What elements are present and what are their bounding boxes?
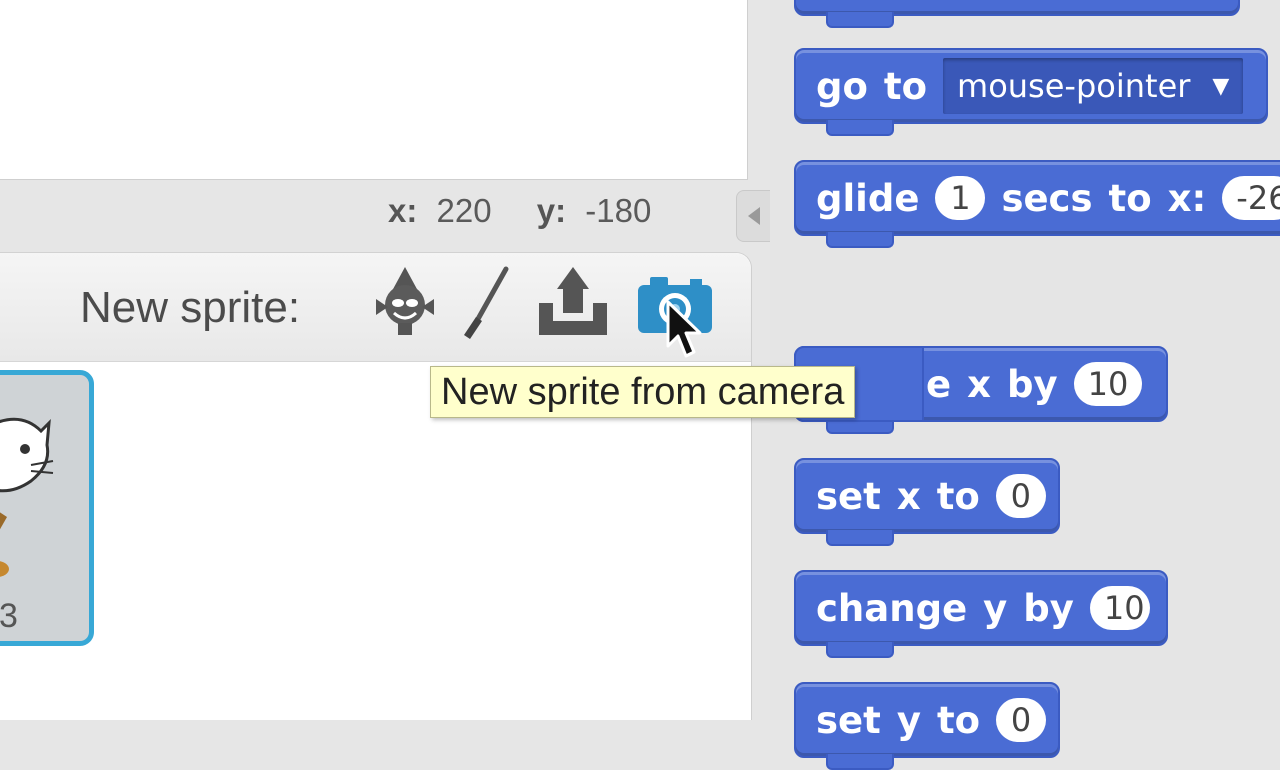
block-text: by: [1006, 362, 1058, 406]
change-y-input[interactable]: 10: [1089, 586, 1150, 630]
new-sprite-label: New sprite:: [80, 283, 301, 332]
block-text: to: [936, 698, 981, 742]
block-text: secs: [1001, 176, 1093, 220]
glide-secs-input[interactable]: 1: [935, 176, 986, 220]
change-y-block[interactable]: change y by 10: [794, 570, 1168, 658]
sprite-pane-header: New sprite:: [0, 253, 751, 362]
x-label: x:: [388, 192, 418, 229]
stage-canvas[interactable]: [0, 0, 748, 180]
block-text: change: [816, 586, 968, 630]
cat-sprite-icon: [0, 417, 54, 577]
set-x-input[interactable]: 0: [995, 474, 1046, 518]
partial-block-top[interactable]: [794, 0, 1240, 28]
x-value: 220: [436, 192, 492, 229]
sprite-pane: New sprite:: [0, 252, 752, 720]
y-label: y:: [536, 192, 567, 229]
mouse-coordinates: x: 220 y: -180: [388, 192, 687, 230]
triangle-left-icon: [747, 207, 760, 225]
go-to-target-dropdown[interactable]: mouse-pointer ▼: [943, 58, 1244, 114]
block-text: y: [896, 698, 921, 742]
go-to-block[interactable]: go to mouse-pointer ▼: [794, 48, 1268, 136]
block-text: to: [1108, 176, 1152, 220]
block-text: go: [816, 64, 868, 108]
sprite-library-icon[interactable]: [370, 263, 440, 348]
dropdown-arrow-icon: ▼: [1212, 73, 1230, 99]
block-text: to: [883, 64, 928, 108]
block-text: set: [816, 474, 881, 518]
change-x-input[interactable]: 10: [1073, 362, 1143, 406]
set-y-block[interactable]: set y to 0: [794, 682, 1060, 770]
block-text: x:: [1167, 176, 1207, 220]
upload-icon[interactable]: [535, 263, 611, 348]
camera-tooltip: New sprite from camera: [430, 366, 856, 418]
glide-block[interactable]: glide 1 secs to x: -26: [794, 160, 1280, 248]
mouse-cursor-icon: [666, 300, 702, 358]
dropdown-value: mouse-pointer: [957, 67, 1191, 105]
block-text: y: [983, 586, 1008, 630]
block-text: set: [816, 698, 881, 742]
block-text: e: [926, 362, 952, 406]
set-x-block[interactable]: set x to 0: [794, 458, 1060, 546]
block-text: to: [936, 474, 980, 518]
set-y-input[interactable]: 0: [996, 698, 1047, 742]
palette-collapse-tab[interactable]: [736, 190, 770, 242]
y-value: -180: [585, 192, 652, 229]
glide-x-input[interactable]: -26: [1222, 176, 1280, 220]
sprite-thumbnail-label: 3: [0, 597, 18, 635]
block-text: glide: [816, 176, 920, 220]
block-text: x: [967, 362, 991, 406]
block-text: x: [896, 474, 921, 518]
paint-brush-icon[interactable]: [456, 263, 516, 348]
block-text: by: [1023, 586, 1074, 630]
sprite-thumbnail-selected[interactable]: 3: [0, 370, 94, 646]
